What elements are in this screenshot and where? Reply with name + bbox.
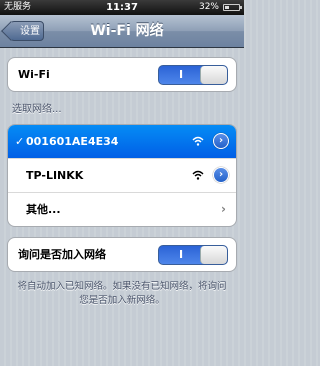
- toggle-on-indicator: I: [178, 68, 184, 81]
- navigation-bar: 设置 Wi-Fi 网络: [0, 15, 244, 48]
- network-name: 001601AE4E34: [26, 135, 119, 148]
- network-row[interactable]: TP-LINKK ›: [8, 159, 236, 193]
- battery-percentage: 32%: [198, 2, 219, 12]
- wifi-toggle-row: Wi-Fi I: [8, 58, 236, 91]
- wifi-signal-icon: [192, 136, 204, 146]
- page-title: Wi-Fi 网络: [90, 23, 164, 39]
- other-network-row[interactable]: 其他... ›: [8, 193, 236, 226]
- battery-level: [225, 6, 229, 9]
- network-list: ✓ 001601AE4E34 › TP-LINKK › 其他... ›: [7, 124, 237, 227]
- other-network-label: 其他...: [26, 203, 61, 216]
- wifi-toggle-group: Wi-Fi I: [7, 57, 237, 92]
- chevron-right-icon: ›: [221, 202, 226, 216]
- ask-to-join-group: 询问是否加入网络 I: [7, 237, 237, 272]
- network-detail-button[interactable]: ›: [213, 167, 229, 183]
- ask-to-join-label: 询问是否加入网络: [18, 248, 106, 261]
- ask-to-join-row: 询问是否加入网络 I: [8, 238, 236, 271]
- toggle-knob: [200, 66, 227, 84]
- wifi-toggle-label: Wi-Fi: [18, 68, 50, 81]
- toggle-on-indicator: I: [178, 248, 184, 261]
- wifi-toggle-switch[interactable]: I: [158, 65, 228, 85]
- ask-to-join-switch[interactable]: I: [158, 245, 228, 265]
- wifi-signal-icon: [192, 170, 204, 180]
- toggle-knob: [200, 246, 227, 264]
- status-bar: 无服务 11:37 32%: [0, 0, 244, 15]
- ask-to-join-description: 将自动加入已知网络。如果没有已知网络，将询问您是否加入新网络。: [17, 281, 227, 306]
- checkmark-icon: ✓: [15, 135, 25, 148]
- network-name: TP-LINKK: [26, 169, 84, 182]
- network-row[interactable]: ✓ 001601AE4E34 ›: [8, 125, 236, 159]
- battery-icon: [223, 4, 242, 11]
- network-detail-button[interactable]: ›: [213, 133, 229, 149]
- choose-network-header: 选取网络...: [12, 104, 62, 115]
